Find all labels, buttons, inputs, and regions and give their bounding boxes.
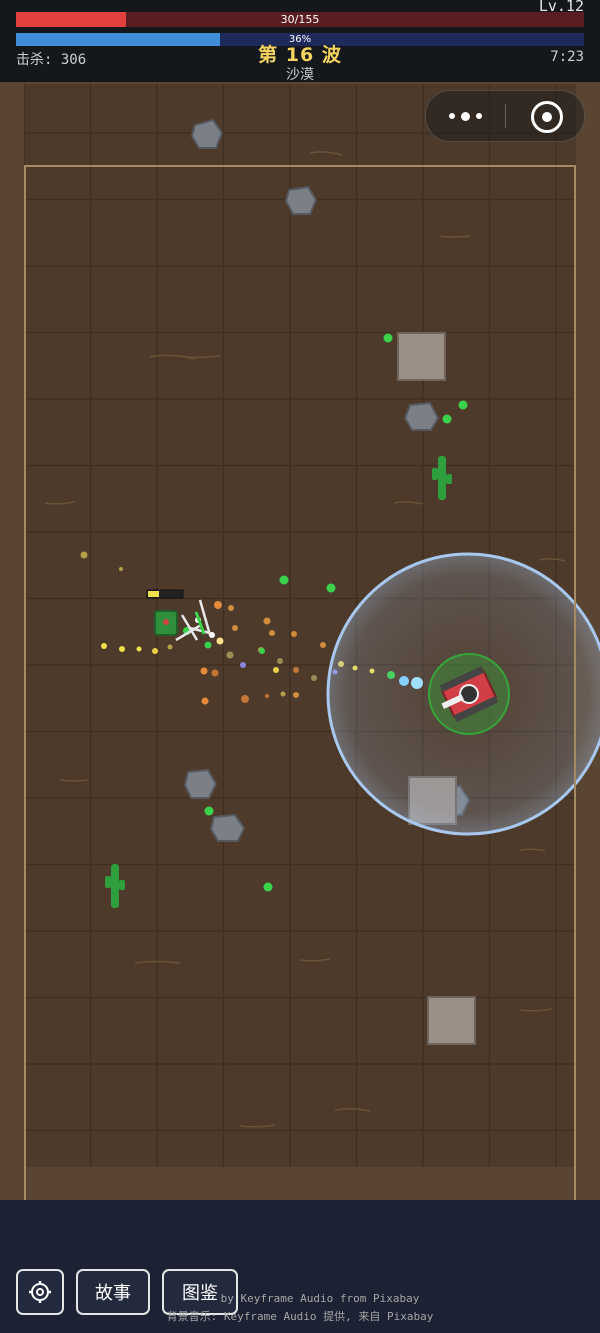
health-text: 30/155 [280, 13, 320, 26]
music-credit-zh: 背景音乐: Keyframe Audio 提供, 来自 Pixabay [166, 1310, 434, 1323]
biome-name: 沙漠 [286, 67, 314, 83]
target-circle-icon[interactable] [531, 101, 563, 133]
miniprogram-capsule [425, 90, 585, 142]
arena-border [24, 165, 576, 1250]
game-field[interactable] [0, 82, 600, 1250]
music-credit-en: by Keyframe Audio from Pixabay [220, 1292, 420, 1305]
more-dots-icon[interactable] [426, 91, 505, 141]
top-hud: 30/155 Lv.12 36% 击杀: 306 第 16 波 沙漠 7:23 [0, 0, 600, 83]
health-bar: 30/155 [16, 12, 584, 27]
wave-title: 第 16 波 [258, 44, 342, 66]
wave-timer: 7:23 [550, 49, 584, 65]
player-level: Lv.12 [538, 0, 584, 15]
capsule-divider [505, 104, 506, 128]
